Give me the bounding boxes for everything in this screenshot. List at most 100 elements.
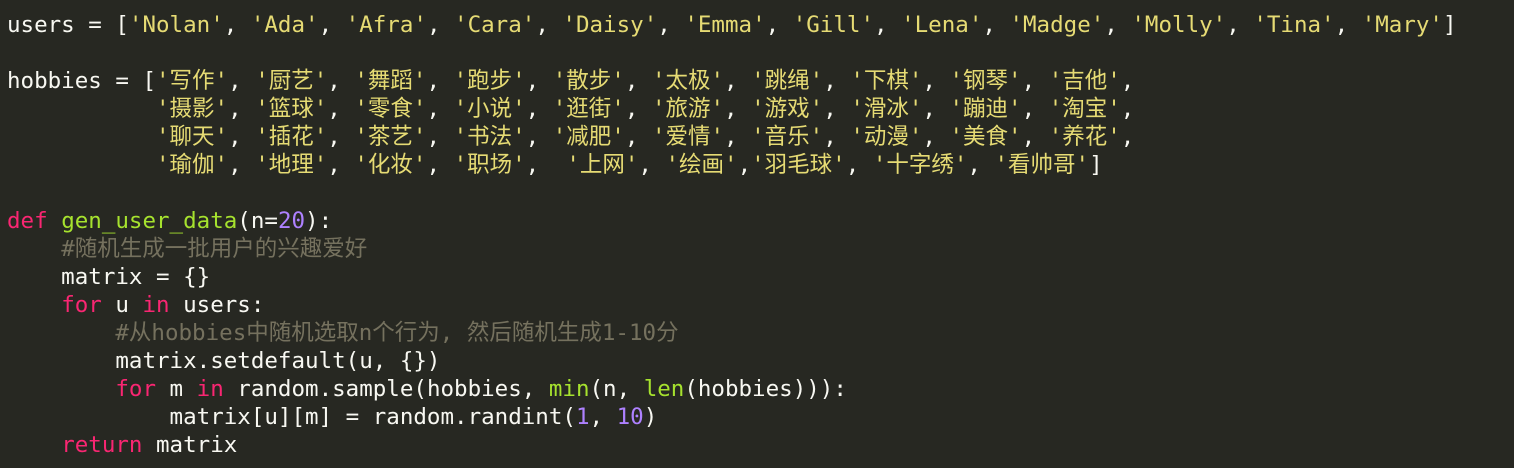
code-text: ,	[1120, 124, 1135, 150]
code-text: ,	[327, 96, 355, 122]
code-text: matrix = {}	[7, 264, 211, 290]
code-string: 'Gill'	[792, 12, 874, 38]
code-text: matrix.setdefault(u, {})	[7, 348, 441, 374]
code-string: 'Mary'	[1361, 12, 1443, 38]
code-text: users:	[169, 292, 265, 318]
code-string: '看帅哥'	[994, 152, 1090, 178]
code-text: ,	[724, 96, 752, 122]
code-text: ,	[1104, 12, 1132, 38]
code-text: u	[101, 292, 143, 318]
code-string: '书法'	[453, 124, 526, 150]
code-text: users = [	[7, 12, 129, 38]
code-string: 'Lena'	[901, 12, 983, 38]
code-builtin: len	[643, 376, 685, 402]
code-text: ,	[724, 68, 752, 94]
code-text: ,	[922, 124, 950, 150]
code-text: ,	[589, 404, 617, 430]
code-text: ,	[318, 12, 346, 38]
code-text: random.sample(hobbies,	[223, 376, 549, 402]
code-string: '摄影'	[156, 96, 229, 122]
code-text: ,	[967, 152, 995, 178]
code-line[interactable]: users = ['Nolan', 'Ada', 'Afra', 'Cara',…	[7, 11, 1457, 39]
code-keyword: in	[196, 376, 224, 402]
code-string: '零食'	[354, 96, 427, 122]
code-line[interactable]: '瑜伽', '地理', '化妆', '职场', '上网', '绘画','羽毛球'…	[7, 151, 1103, 179]
code-number: 1	[575, 404, 590, 430]
code-text: (n=	[237, 208, 278, 234]
code-text: ,	[1021, 96, 1049, 122]
code-string: '职场'	[453, 152, 526, 178]
code-text: ,	[823, 124, 851, 150]
code-text: ,	[982, 12, 1010, 38]
code-text: ,	[525, 152, 567, 178]
code-string: '养花'	[1048, 124, 1121, 150]
code-line[interactable]: for m in random.sample(hobbies, min(n, l…	[7, 375, 847, 403]
code-text: ,	[535, 12, 563, 38]
code-text: ,	[922, 68, 950, 94]
code-string: '下棋'	[850, 68, 923, 94]
code-line[interactable]: #随机生成一批用户的兴趣爱好	[7, 235, 367, 263]
code-text: ,	[327, 68, 355, 94]
code-text: ,	[426, 12, 455, 38]
code-keyword: in	[142, 292, 170, 318]
code-line[interactable]: matrix[u][m] = random.randint(1, 10)	[7, 403, 658, 431]
code-string: '插花'	[255, 124, 328, 150]
code-string: '舞蹈'	[354, 68, 427, 94]
code-text: ,	[823, 96, 851, 122]
code-line[interactable]: '摄影', '篮球', '零食', '小说', '逛街', '旅游', '游戏'…	[7, 95, 1134, 123]
code-string: '散步'	[552, 68, 625, 94]
code-line[interactable]: for u in users:	[7, 291, 264, 319]
code-text: ,	[228, 152, 256, 178]
code-string: '爱情'	[651, 124, 725, 150]
code-text: matrix	[142, 432, 238, 458]
code-line[interactable]: hobbies = ['写作', '厨艺', '舞蹈', '跑步', '散步',…	[7, 67, 1134, 95]
code-string: 'Afra'	[345, 12, 427, 38]
code-line[interactable]: matrix.setdefault(u, {})	[7, 347, 440, 375]
code-text: ,	[624, 68, 652, 94]
code-number: 10	[616, 404, 644, 430]
code-string: 'Cara'	[454, 12, 536, 38]
code-line[interactable]: '聊天', '插花', '茶艺', '书法', '减肥', '爱情', '音乐'…	[7, 123, 1134, 151]
code-string: 'Molly'	[1131, 12, 1227, 38]
code-string: '小说'	[453, 96, 526, 122]
code-line[interactable]: return matrix	[7, 431, 237, 459]
code-text: ,	[327, 124, 355, 150]
code-text: (n,	[589, 376, 644, 402]
code-text: ,	[228, 96, 256, 122]
code-line[interactable]: matrix = {}	[7, 263, 210, 291]
code-string: '篮球'	[255, 96, 328, 122]
code-text: ,	[922, 96, 950, 122]
code-keyword: def	[7, 208, 48, 234]
code-string: '地理'	[255, 152, 328, 178]
code-text: hobbies = [	[7, 68, 157, 94]
code-text: ,	[765, 12, 793, 38]
code-line[interactable]: def gen_user_data(n=20):	[7, 207, 332, 235]
code-text: ,	[426, 152, 454, 178]
code-text: ,	[845, 152, 873, 178]
code-string: 'Daisy'	[562, 12, 658, 38]
code-string: '动漫'	[850, 124, 923, 150]
code-string: '上网'	[566, 152, 639, 178]
code-comment: #从hobbies中随机选取n个行为, 然后随机生成1-10分	[115, 320, 679, 346]
code-text: m	[156, 376, 197, 402]
code-string: '音乐'	[751, 124, 824, 150]
code-string: 'Emma'	[684, 12, 766, 38]
code-string: '旅游'	[651, 96, 725, 122]
code-string: '写作'	[156, 68, 229, 94]
code-line[interactable]: #从hobbies中随机选取n个行为, 然后随机生成1-10分	[7, 319, 679, 347]
code-text: ,	[624, 96, 652, 122]
code-string: '太极'	[651, 68, 725, 94]
code-editor[interactable]: users = ['Nolan', 'Ada', 'Afra', 'Cara',…	[0, 0, 1514, 468]
code-text: ,	[426, 96, 454, 122]
code-text: ,	[228, 124, 256, 150]
code-string: '游戏'	[751, 96, 824, 122]
code-text: ]	[1442, 12, 1457, 38]
